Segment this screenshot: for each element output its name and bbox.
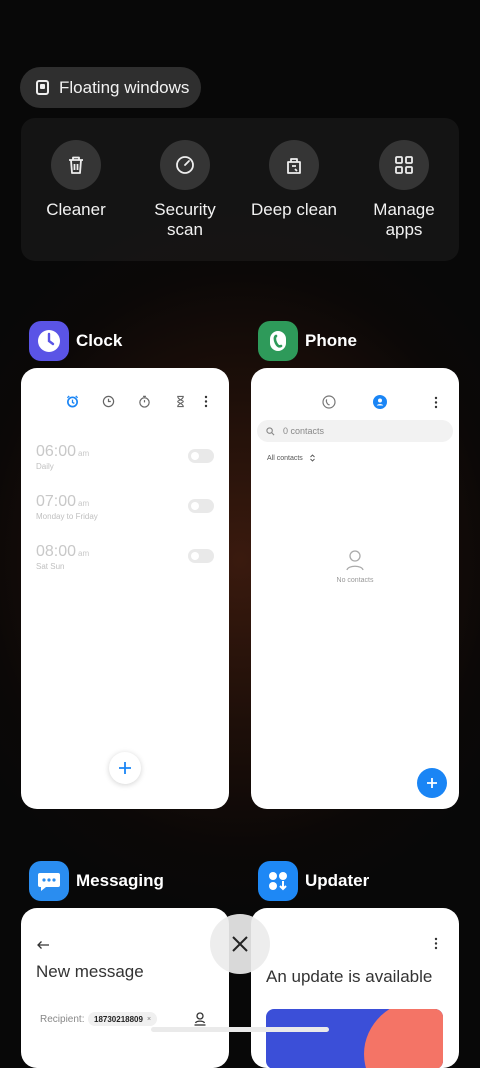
updater-app-icon	[258, 861, 298, 901]
alarm-toggle[interactable]	[188, 549, 214, 563]
world-clock-tab-icon[interactable]	[102, 395, 115, 408]
messaging-app-icon	[29, 861, 69, 901]
deep-clean-label: Deep clean	[250, 200, 337, 219]
manage-apps-label: Manage apps	[373, 200, 435, 239]
updater-app-card[interactable]: An update is available	[251, 908, 459, 1068]
grid-apps-icon	[379, 140, 429, 190]
phone-app-header[interactable]: Phone	[258, 321, 357, 361]
clock-more-icon[interactable]	[203, 395, 209, 413]
add-alarm-button[interactable]	[109, 752, 141, 784]
clock-app-name: Clock	[76, 331, 123, 350]
floating-windows-button[interactable]: Floating windows	[20, 67, 201, 108]
contacts-tab-icon[interactable]	[373, 395, 387, 409]
alarm-repeat: Daily	[36, 462, 54, 471]
cleaner-label: Cleaner	[46, 200, 106, 219]
phone-app-name: Phone	[305, 331, 357, 350]
add-contact-button[interactable]	[417, 768, 447, 798]
messaging-app-card[interactable]: New message Recipient: 18730218809 ×	[21, 908, 229, 1068]
clock-app-header[interactable]: Clock	[29, 321, 122, 361]
alarm-item[interactable]: 08:00 am Sat Sun	[36, 543, 214, 571]
filter-label: All contacts	[267, 454, 303, 462]
alarm-time: 06:00	[36, 443, 77, 460]
update-banner-image	[266, 1009, 443, 1068]
update-available-title: An update is available	[266, 967, 433, 986]
back-arrow-icon[interactable]	[36, 937, 50, 955]
stopwatch-tab-icon[interactable]	[138, 395, 151, 408]
floating-windows-label: Floating windows	[59, 77, 190, 97]
alarm-item[interactable]: 06:00 am Daily	[36, 443, 214, 471]
home-indicator[interactable]	[151, 1027, 329, 1032]
clock-app-icon	[29, 321, 69, 361]
alarm-tab-icon[interactable]	[66, 395, 79, 408]
alarm-repeat: Sat Sun	[36, 562, 65, 571]
alarm-time: 08:00	[36, 543, 77, 560]
plus-icon	[427, 778, 437, 788]
remove-recipient-icon[interactable]: ×	[147, 1016, 151, 1023]
search-icon	[266, 426, 275, 435]
quick-tools-panel: Cleaner Security scan Deep clean Manage …	[21, 118, 459, 261]
chevron-updown-icon	[309, 454, 315, 462]
clock-app-card[interactable]: 06:00 am Daily 07:00 am Monday to Friday 0…	[21, 368, 229, 809]
security-scan-icon	[160, 140, 210, 190]
recipient-number: 18730218809	[94, 1014, 143, 1024]
search-placeholder: 0 contacts	[283, 426, 325, 436]
plus-icon	[119, 762, 131, 774]
phone-app-icon	[258, 321, 298, 361]
recents-tab-icon[interactable]	[322, 395, 336, 414]
timer-tab-icon[interactable]	[174, 395, 187, 408]
alarm-toggle[interactable]	[188, 449, 214, 463]
alarm-ampm: am	[78, 549, 90, 558]
deep-clean-button[interactable]: Deep clean	[239, 140, 349, 220]
trash-icon	[51, 140, 101, 190]
security-scan-button[interactable]: Security scan	[130, 140, 240, 240]
recipient-chip[interactable]: 18730218809 ×	[88, 1012, 158, 1026]
contacts-search-input[interactable]: 0 contacts	[257, 420, 453, 442]
security-scan-label: Security scan	[154, 200, 216, 239]
updater-app-header[interactable]: Updater	[258, 861, 369, 901]
alarm-repeat: Monday to Friday	[36, 512, 98, 521]
close-icon	[232, 936, 248, 952]
messaging-app-name: Messaging	[76, 871, 164, 890]
alarm-toggle[interactable]	[188, 499, 214, 513]
empty-contact-icon	[345, 549, 365, 576]
alarm-ampm: am	[78, 499, 90, 508]
deep-clean-icon	[269, 140, 319, 190]
messaging-app-header[interactable]: Messaging	[29, 861, 164, 901]
alarm-ampm: am	[78, 449, 90, 458]
phone-more-icon[interactable]	[433, 396, 439, 414]
phone-app-card[interactable]: 0 contacts All contacts No contacts	[251, 368, 459, 809]
updater-more-icon[interactable]	[433, 937, 439, 955]
new-message-title: New message	[36, 962, 144, 981]
close-all-button[interactable]	[210, 914, 270, 974]
floating-window-icon	[36, 80, 49, 95]
contacts-filter-dropdown[interactable]: All contacts	[267, 454, 316, 462]
alarm-item[interactable]: 07:00 am Monday to Friday	[36, 493, 214, 521]
alarm-time: 07:00	[36, 493, 77, 510]
manage-apps-button[interactable]: Manage apps	[349, 140, 459, 240]
empty-contacts-text: No contacts	[336, 577, 374, 584]
updater-app-name: Updater	[305, 871, 370, 890]
cleaner-button[interactable]: Cleaner	[21, 140, 131, 220]
recipient-label: Recipient:	[40, 1014, 85, 1025]
